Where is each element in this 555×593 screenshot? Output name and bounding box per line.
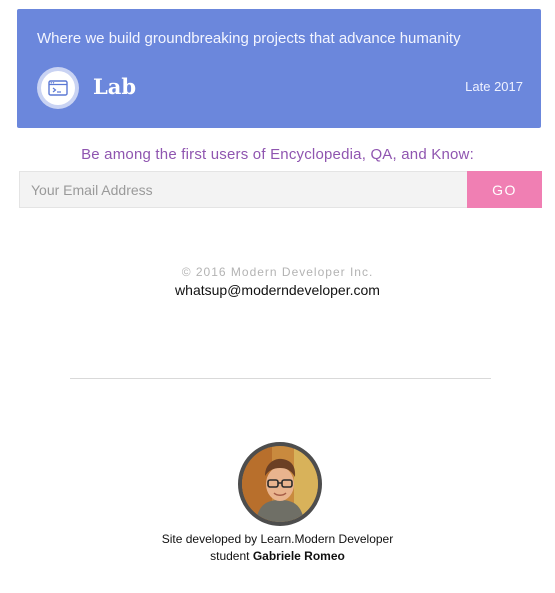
student-avatar [238,442,322,526]
lab-tagline: Where we build groundbreaking projects t… [37,30,461,47]
contact-email-link[interactable]: whatsup@moderndeveloper.com [0,282,555,298]
go-button[interactable]: GO [467,171,542,208]
credit-student-prefix: student [210,549,253,563]
signup-prompt: Be among the first users of Encyclopedia… [81,146,474,163]
lab-name: Lab [93,74,137,99]
email-signup-form: GO [19,171,542,208]
terminal-window-icon [41,71,75,105]
copyright-text: © 2016 Modern Developer Inc. [181,265,374,279]
lab-icon-badge [37,67,79,109]
credit-line: Site developed by Learn.Modern Developer [161,532,394,546]
lab-date: Late 2017 [465,79,523,94]
divider [70,378,491,379]
credit-student-line: student Gabriele Romeo [0,549,555,563]
lab-card[interactable]: Where we build groundbreaking projects t… [17,9,541,128]
student-name: Gabriele Romeo [252,549,345,563]
email-input[interactable] [19,171,467,208]
